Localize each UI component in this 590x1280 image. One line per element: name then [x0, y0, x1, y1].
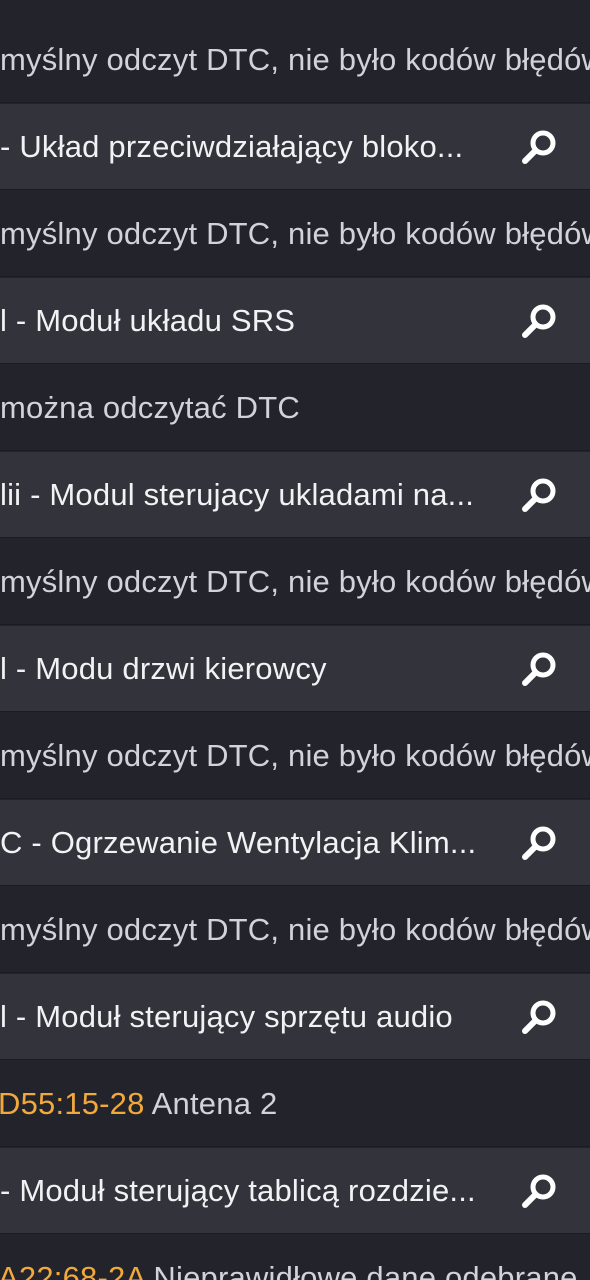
dtc-code: A22:68-2A: [0, 1260, 145, 1280]
search-icon: [522, 1000, 556, 1034]
module-row[interactable]: l - Modu drzwi kierowcy: [0, 626, 590, 712]
search-icon: [522, 478, 556, 512]
search-button[interactable]: [520, 127, 560, 167]
search-icon: [522, 826, 556, 860]
search-button[interactable]: [520, 997, 560, 1037]
status-text: myślny odczyt DTC, nie było kodów błędów: [0, 738, 590, 773]
module-name: - Układ przeciwdziałający bloko...: [0, 129, 464, 164]
status-text: można odczytać DTC: [0, 390, 300, 425]
search-button[interactable]: [520, 649, 560, 689]
search-icon: [522, 1174, 556, 1208]
status-row: myślny odczyt DTC, nie było kodów błędów: [0, 539, 590, 625]
module-name: l - Modu drzwi kierowcy: [0, 651, 327, 686]
search-icon: [522, 130, 556, 164]
module-row[interactable]: l - Moduł układu SRS: [0, 278, 590, 364]
status-text: myślny odczyt DTC, nie było kodów błędów: [0, 216, 590, 251]
search-button[interactable]: [520, 475, 560, 515]
dtc-line: A22:68-2A Nieprawidłowe dane odebrane: [0, 1235, 578, 1280]
module-row[interactable]: lii - Modul sterujacy ukladami na...: [0, 452, 590, 538]
status-text: myślny odczyt DTC, nie było kodów błędów: [0, 912, 590, 947]
module-name: l - Moduł sterujący sprzętu audio: [0, 999, 453, 1034]
dtc-row: D55:15-28 Antena 2: [0, 1061, 590, 1147]
module-name: - Moduł sterujący tablicą rozdzie...: [0, 1173, 476, 1208]
dtc-line: D55:15-28 Antena 2: [0, 1061, 278, 1146]
dtc-row: A22:68-2A Nieprawidłowe dane odebrane: [0, 1235, 590, 1280]
status-row: myślny odczyt DTC, nie było kodów błędów: [0, 191, 590, 277]
module-list[interactable]: myślny odczyt DTC, nie było kodów błędów…: [0, 0, 590, 1280]
status-row: myślny odczyt DTC, nie było kodów błędów: [0, 713, 590, 799]
module-row[interactable]: l - Moduł sterujący sprzętu audio: [0, 974, 590, 1060]
module-name: C - Ogrzewanie Wentylacja Klim...: [0, 825, 477, 860]
module-row[interactable]: C - Ogrzewanie Wentylacja Klim...: [0, 800, 590, 886]
status-row: można odczytać DTC: [0, 365, 590, 451]
dtc-description: Antena 2: [144, 1086, 278, 1121]
status-row: myślny odczyt DTC, nie było kodów błędów: [0, 17, 590, 103]
search-button[interactable]: [520, 301, 560, 341]
status-row: myślny odczyt DTC, nie było kodów błędów: [0, 887, 590, 973]
search-icon: [522, 304, 556, 338]
module-name: l - Moduł układu SRS: [0, 303, 296, 338]
status-text: myślny odczyt DTC, nie było kodów błędów: [0, 42, 590, 77]
module-row[interactable]: - Moduł sterujący tablicą rozdzie...: [0, 1148, 590, 1234]
dtc-code: D55:15-28: [0, 1086, 145, 1121]
module-row[interactable]: - Układ przeciwdziałający bloko...: [0, 104, 590, 190]
search-button[interactable]: [520, 1171, 560, 1211]
search-button[interactable]: [520, 823, 560, 863]
module-name: lii - Modul sterujacy ukladami na...: [0, 477, 475, 512]
dtc-description: Nieprawidłowe dane odebrane: [144, 1260, 578, 1280]
status-text: myślny odczyt DTC, nie było kodów błędów: [0, 564, 590, 599]
search-icon: [522, 652, 556, 686]
